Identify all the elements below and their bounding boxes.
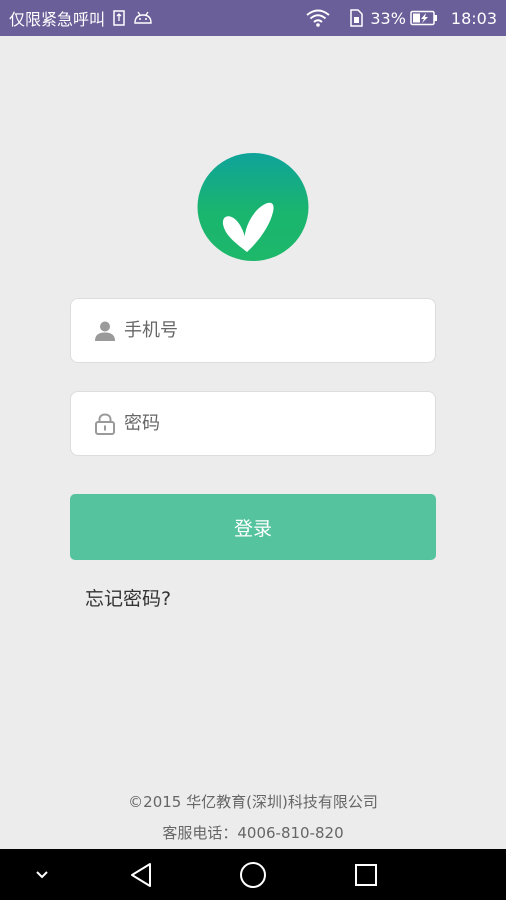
clock: 18:03 [450, 8, 497, 28]
password-input[interactable] [124, 413, 404, 434]
hotline-text: 客服电话：4006-810-820 [162, 824, 344, 842]
phone-field[interactable] [70, 298, 436, 363]
status-right: 33% 18:03 [306, 9, 497, 28]
phone-input[interactable] [124, 320, 404, 341]
android-debug-icon [133, 11, 153, 25]
status-left: 仅限紧急呼叫 [9, 6, 153, 30]
login-button[interactable]: 登录 [70, 494, 436, 560]
wifi-icon [306, 9, 330, 27]
app-logo [197, 152, 309, 262]
sim-card-icon [348, 9, 364, 27]
status-bar: 仅限紧急呼叫 33% 18:03 [0, 0, 506, 36]
sim-icon [113, 10, 125, 26]
lock-icon [94, 412, 116, 435]
copyright-text: ©2015 华亿教育(深圳)科技有限公司 [128, 793, 378, 811]
recents-square-icon[interactable] [349, 849, 383, 900]
user-icon [94, 320, 116, 342]
sprout-logo-icon [197, 153, 309, 261]
password-field[interactable] [70, 391, 436, 456]
battery-charging-icon [410, 10, 438, 26]
navigation-bar [0, 849, 506, 900]
forgot-password-link[interactable]: 忘记密码? [85, 584, 171, 611]
battery-percent: 33% [370, 8, 406, 28]
collapse-chevron-icon[interactable] [28, 849, 56, 900]
carrier-text: 仅限紧急呼叫 [9, 10, 106, 29]
back-triangle-icon[interactable] [124, 849, 158, 900]
home-circle-icon[interactable] [236, 849, 270, 900]
